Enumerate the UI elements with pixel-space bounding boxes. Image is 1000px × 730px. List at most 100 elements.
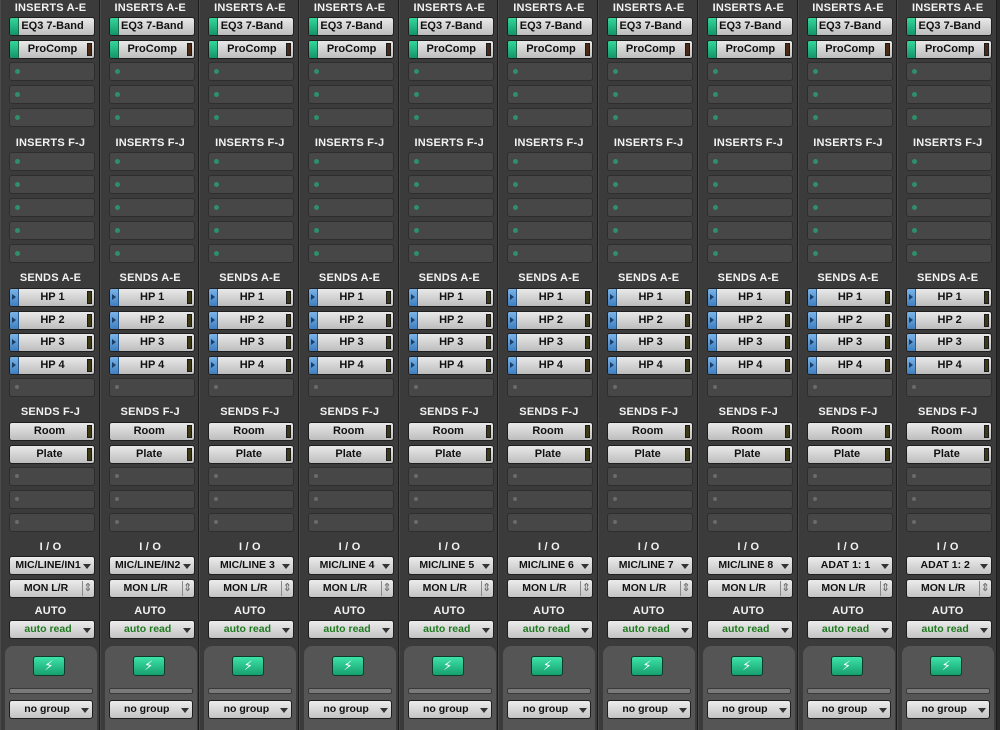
- insert-slot-a[interactable]: EQ3 7-Band: [607, 17, 694, 36]
- insert-slot-e[interactable]: [607, 108, 694, 127]
- send-slot-b[interactable]: HP 2: [407, 311, 494, 330]
- insert-slot-d[interactable]: [308, 85, 395, 104]
- lightning-bolt-icon[interactable]: ⚡: [531, 656, 564, 676]
- lightning-bolt-icon[interactable]: ⚡: [332, 656, 365, 676]
- send-arrow-icon[interactable]: [408, 312, 418, 329]
- insert-slot-i[interactable]: [407, 221, 494, 240]
- input-selector[interactable]: MIC/LINE 8: [706, 556, 793, 575]
- insert-slot-a[interactable]: EQ3 7-Band: [208, 17, 295, 36]
- pan-link-icon[interactable]: ⇕: [879, 581, 891, 596]
- send-arrow-icon[interactable]: [807, 357, 817, 374]
- insert-slot-b[interactable]: ProComp: [607, 40, 694, 59]
- send-slot-f[interactable]: Room: [308, 422, 395, 441]
- insert-bypass-tab[interactable]: [907, 18, 917, 35]
- insert-bypass-tab[interactable]: [209, 41, 219, 58]
- automation-mode-selector[interactable]: auto read: [906, 620, 993, 639]
- insert-slot-b[interactable]: ProComp: [208, 40, 295, 59]
- send-slot-h[interactable]: [806, 467, 893, 486]
- automation-mode-selector[interactable]: auto read: [308, 620, 395, 639]
- insert-slot-a[interactable]: EQ3 7-Band: [806, 17, 893, 36]
- lightning-bolt-icon[interactable]: ⚡: [132, 656, 165, 676]
- insert-slot-d[interactable]: [507, 85, 594, 104]
- insert-bypass-tab[interactable]: [508, 18, 518, 35]
- send-arrow-icon[interactable]: [907, 357, 917, 374]
- insert-slot-h[interactable]: [906, 198, 993, 217]
- send-slot-i[interactable]: [108, 490, 195, 509]
- send-slot-h[interactable]: [308, 467, 395, 486]
- insert-slot-c[interactable]: [308, 62, 395, 81]
- send-arrow-icon[interactable]: [508, 312, 518, 329]
- automation-mode-selector[interactable]: auto read: [607, 620, 694, 639]
- group-selector[interactable]: no group: [806, 700, 891, 719]
- insert-bypass-tab[interactable]: [408, 41, 418, 58]
- insert-slot-c[interactable]: [208, 62, 295, 81]
- send-arrow-icon[interactable]: [707, 312, 717, 329]
- send-slot-e[interactable]: [407, 378, 494, 397]
- send-slot-a[interactable]: HP 1: [9, 288, 95, 307]
- insert-bypass-tab[interactable]: [10, 18, 19, 35]
- send-slot-a[interactable]: HP 1: [607, 288, 694, 307]
- send-slot-g[interactable]: Plate: [9, 445, 95, 464]
- insert-slot-e[interactable]: [9, 108, 95, 127]
- send-slot-c[interactable]: HP 3: [906, 333, 993, 352]
- lightning-bolt-icon[interactable]: ⚡: [930, 656, 963, 676]
- insert-slot-c[interactable]: [906, 62, 993, 81]
- insert-slot-e[interactable]: [308, 108, 395, 127]
- insert-slot-d[interactable]: [906, 85, 993, 104]
- send-arrow-icon[interactable]: [907, 312, 917, 329]
- insert-slot-j[interactable]: [308, 244, 395, 263]
- send-arrow-icon[interactable]: [209, 289, 219, 306]
- send-slot-f[interactable]: Room: [706, 422, 793, 441]
- output-selector[interactable]: MON L/R ⇕: [906, 579, 993, 598]
- send-arrow-icon[interactable]: [209, 334, 219, 351]
- insert-slot-i[interactable]: [308, 221, 395, 240]
- insert-slot-d[interactable]: [407, 85, 494, 104]
- insert-slot-e[interactable]: [806, 108, 893, 127]
- send-arrow-icon[interactable]: [608, 312, 618, 329]
- insert-slot-c[interactable]: [806, 62, 893, 81]
- insert-slot-f[interactable]: [906, 152, 993, 171]
- send-slot-j[interactable]: [308, 513, 395, 532]
- insert-bypass-tab[interactable]: [209, 18, 219, 35]
- send-slot-a[interactable]: HP 1: [906, 288, 993, 307]
- send-slot-e[interactable]: [507, 378, 594, 397]
- insert-slot-j[interactable]: [9, 244, 95, 263]
- send-slot-j[interactable]: [108, 513, 195, 532]
- send-slot-b[interactable]: HP 2: [706, 311, 793, 330]
- send-arrow-icon[interactable]: [907, 334, 917, 351]
- insert-bypass-tab[interactable]: [109, 41, 119, 58]
- insert-slot-e[interactable]: [108, 108, 195, 127]
- send-arrow-icon[interactable]: [10, 312, 19, 329]
- send-slot-a[interactable]: HP 1: [308, 288, 395, 307]
- send-slot-e[interactable]: [208, 378, 295, 397]
- send-slot-d[interactable]: HP 4: [607, 356, 694, 375]
- insert-slot-e[interactable]: [407, 108, 494, 127]
- send-slot-c[interactable]: HP 3: [208, 333, 295, 352]
- pan-link-icon[interactable]: ⇕: [181, 581, 193, 596]
- insert-slot-f[interactable]: [108, 152, 195, 171]
- send-slot-c[interactable]: HP 3: [706, 333, 793, 352]
- insert-slot-i[interactable]: [806, 221, 893, 240]
- insert-slot-a[interactable]: EQ3 7-Band: [108, 17, 195, 36]
- input-selector[interactable]: MIC/LINE 5: [407, 556, 494, 575]
- send-slot-h[interactable]: [407, 467, 494, 486]
- send-slot-i[interactable]: [906, 490, 993, 509]
- automation-mode-selector[interactable]: auto read: [806, 620, 893, 639]
- insert-bypass-tab[interactable]: [508, 41, 518, 58]
- send-slot-a[interactable]: HP 1: [806, 288, 893, 307]
- send-slot-b[interactable]: HP 2: [906, 311, 993, 330]
- send-arrow-icon[interactable]: [109, 357, 119, 374]
- input-selector[interactable]: MIC/LINE 3: [208, 556, 295, 575]
- insert-slot-d[interactable]: [706, 85, 793, 104]
- insert-bypass-tab[interactable]: [608, 18, 618, 35]
- insert-slot-i[interactable]: [507, 221, 594, 240]
- insert-slot-b[interactable]: ProComp: [407, 40, 494, 59]
- insert-slot-c[interactable]: [407, 62, 494, 81]
- send-slot-d[interactable]: HP 4: [407, 356, 494, 375]
- insert-slot-i[interactable]: [208, 221, 295, 240]
- send-slot-f[interactable]: Room: [9, 422, 95, 441]
- insert-slot-g[interactable]: [108, 175, 195, 194]
- insert-bypass-tab[interactable]: [10, 41, 19, 58]
- send-slot-i[interactable]: [607, 490, 694, 509]
- send-slot-j[interactable]: [9, 513, 95, 532]
